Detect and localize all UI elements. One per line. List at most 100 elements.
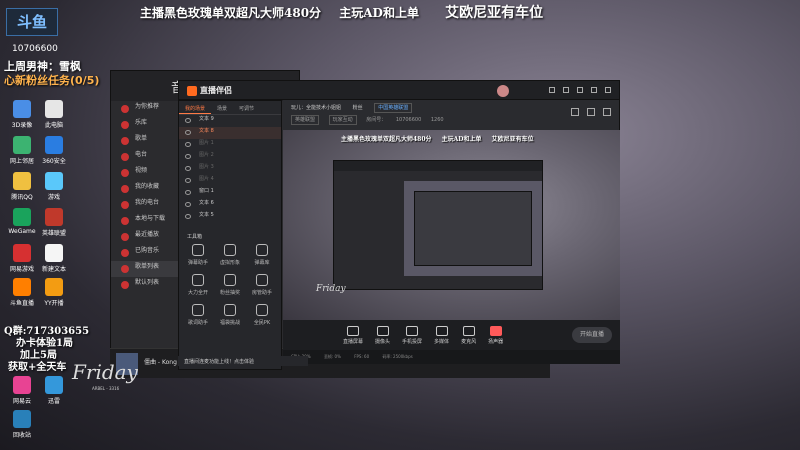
tag-chip[interactable]: 玩家互动 — [328, 115, 357, 125]
room-id-label: 房间号： — [366, 117, 387, 123]
tool-boost[interactable]: 大力全开 — [183, 274, 213, 296]
tab-adjustable[interactable]: 可调节 — [233, 101, 260, 114]
desktop-icon-11[interactable]: 斗鱼直播 — [4, 278, 40, 307]
source-row[interactable]: 文本 9 — [179, 115, 281, 127]
desktop-icon-13[interactable]: 网易云 — [4, 376, 40, 405]
media-button[interactable]: 多媒体 — [434, 325, 449, 345]
maximize-icon[interactable] — [591, 87, 597, 93]
yy-icon — [45, 278, 63, 296]
avatar[interactable] — [497, 85, 509, 97]
eye-icon[interactable] — [185, 166, 191, 171]
desktop-icon-3[interactable]: 网上邻居 — [4, 136, 40, 165]
music-nav-item[interactable]: 已购音乐 — [111, 245, 181, 261]
minimize-icon[interactable] — [577, 87, 583, 93]
desktop-icon-8[interactable]: 英雄联盟 — [36, 208, 72, 237]
close-icon[interactable] — [605, 87, 611, 93]
speaker-button[interactable]: 扬声器 — [488, 325, 503, 345]
nav-icon — [121, 153, 129, 161]
start-stream-button[interactable]: 开始直播 — [572, 327, 612, 343]
music-nav-item[interactable]: 歌单 — [111, 133, 181, 149]
microphone-icon — [462, 325, 475, 336]
toolbox-label: 工具箱 — [187, 234, 203, 240]
app-icon — [13, 100, 31, 118]
eye-icon[interactable] — [185, 178, 191, 183]
gift-icon[interactable] — [571, 108, 579, 116]
source-row[interactable]: 图片 1 — [179, 139, 281, 151]
eye-icon[interactable] — [185, 190, 191, 195]
tool-admin[interactable]: 房管助手 — [247, 274, 277, 296]
eye-icon[interactable] — [185, 118, 191, 123]
category-tag[interactable]: 中国英雄联盟 — [374, 103, 413, 113]
music-nav-item[interactable]: 电台 — [111, 149, 181, 165]
library-icon — [256, 244, 268, 256]
desktop-icon-10[interactable]: 新建文本 — [36, 244, 72, 273]
source-row[interactable]: 窗口 1 — [179, 187, 281, 199]
desktop-icon-7[interactable]: WeGame — [4, 208, 40, 235]
desktop-icon-12[interactable]: YY开播 — [36, 278, 72, 307]
music-nav-item[interactable]: 默认列表 — [111, 277, 181, 293]
screen-capture-button[interactable]: 直播屏幕 — [343, 325, 363, 345]
music-nav-item[interactable]: 歌单列表 — [111, 261, 181, 277]
desktop-icon-1[interactable]: 3D录像 — [4, 100, 40, 129]
text-file-icon — [45, 244, 63, 262]
source-row[interactable]: 文本 5 — [179, 211, 281, 223]
qq-icon — [13, 172, 31, 190]
music-nav-item[interactable]: 为你推荐 — [111, 101, 181, 117]
wegame-icon — [13, 208, 31, 226]
avatar-icon — [224, 244, 236, 256]
desktop-icon-2[interactable]: 此电脑 — [36, 100, 72, 129]
tool-pk[interactable]: 全民PK — [247, 304, 277, 326]
overlay-car-text: 艾欧尼亚有车位 — [445, 5, 544, 21]
camera-button[interactable]: 摄像头 — [375, 325, 390, 345]
tool-lottery[interactable]: 粉丝抽奖 — [215, 274, 245, 296]
source-row[interactable]: 图片 2 — [179, 151, 281, 163]
eye-icon[interactable] — [185, 202, 191, 207]
source-row[interactable]: 图片 4 — [179, 175, 281, 187]
menu-icon[interactable] — [563, 87, 569, 93]
microphone-button[interactable]: 麦克风 — [461, 325, 476, 345]
eye-icon[interactable] — [185, 130, 191, 135]
nav-icon — [121, 281, 129, 289]
tool-danmaku[interactable]: 弹幕助手 — [183, 244, 213, 266]
source-row[interactable]: 文本 6 — [179, 199, 281, 211]
tool-danmaku-lib[interactable]: 弹幕库 — [247, 244, 277, 266]
music-nav-item[interactable]: 本地与下载 — [111, 213, 181, 229]
desktop-icon-5[interactable]: 腾讯QQ — [4, 172, 40, 201]
nested-titlebar — [334, 161, 542, 171]
more-icon[interactable] — [603, 108, 611, 116]
douyu-icon — [13, 278, 31, 296]
tag-chip[interactable]: 英雄联盟 — [291, 115, 320, 125]
tab-scene[interactable]: 场景 — [211, 101, 233, 114]
settings-icon[interactable] — [549, 87, 555, 93]
eye-icon[interactable] — [185, 214, 191, 219]
music-nav-item[interactable]: 我的电台 — [111, 197, 181, 213]
music-nav-item[interactable]: 最近播放 — [111, 229, 181, 245]
share-icon[interactable] — [587, 108, 595, 116]
desktop-icon-14[interactable]: 迅雷 — [36, 376, 72, 405]
source-row[interactable]: 图片 3 — [179, 163, 281, 175]
shield-icon — [45, 136, 63, 154]
room-title[interactable]: 玩儿：全能技术小姐姐 — [291, 105, 341, 111]
douyu-logo: 斗鱼 — [6, 8, 58, 36]
eye-icon[interactable] — [185, 142, 191, 147]
music-nav-item[interactable]: 乐库 — [111, 117, 181, 133]
notice-bar[interactable]: 直播间连麦功能上线！点击体验 — [178, 356, 308, 366]
phone-cast-button[interactable]: 手机投屏 — [402, 325, 422, 345]
music-nav-item[interactable]: 视频 — [111, 165, 181, 181]
phone-icon — [406, 325, 419, 336]
now-playing-text: 僵曲 - Kong — [144, 359, 177, 366]
desktop-icon-4[interactable]: 360安全 — [36, 136, 72, 165]
desktop-icon-9[interactable]: 网易游戏 — [4, 244, 40, 273]
tool-lyrics[interactable]: 歌词助手 — [183, 304, 213, 326]
hot-value: 1260 — [430, 117, 444, 123]
desktop-icon-15[interactable]: 回收站 — [4, 410, 40, 439]
source-row[interactable]: 文本 8 — [179, 127, 281, 139]
eye-icon[interactable] — [185, 154, 191, 159]
tool-lucky-bag[interactable]: 福袋挑战 — [215, 304, 245, 326]
friday-subtitle: ARBEL - 3316 — [92, 386, 120, 391]
tab-my-scene[interactable]: 我的场景 — [179, 101, 212, 114]
music-nav-item[interactable]: 我的收藏 — [111, 181, 181, 197]
tool-avatar[interactable]: 虚拟形象 — [215, 244, 245, 266]
overlay-rank-text: 主播黑色玫瑰单双超凡大师480分 — [140, 6, 322, 20]
desktop-icon-6[interactable]: 游戏 — [36, 172, 72, 201]
